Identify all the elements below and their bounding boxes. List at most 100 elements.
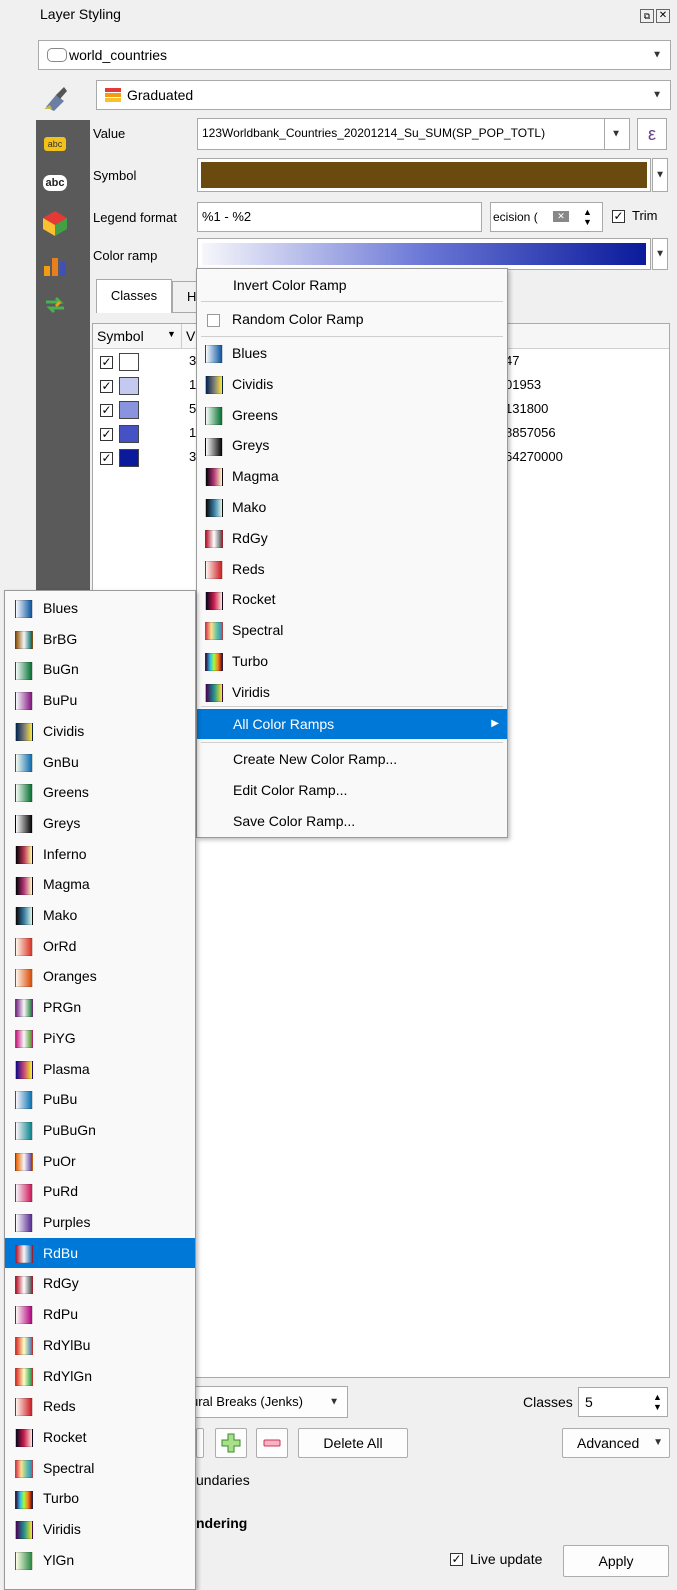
color-ramp-item-spectral[interactable]: Spectral [197,615,507,645]
advanced-button[interactable]: Advanced ▼ [562,1428,670,1458]
float-icon[interactable]: ⧉ [640,9,654,23]
classify-button[interactable] [196,1428,204,1458]
color-ramp-dropdown-button[interactable]: ▼ [652,238,668,270]
class-visibility-checkbox[interactable]: ✓ [100,356,113,369]
color-ramp-button[interactable] [197,238,651,270]
submenu-ramp-item-mako[interactable]: Mako [5,900,195,931]
class-symbol-swatch[interactable] [119,449,139,467]
symbol-button[interactable] [197,158,651,192]
color-ramp-item-greys[interactable]: Greys [197,430,507,460]
submenu-ramp-item-plasma[interactable]: Plasma [5,1054,195,1085]
submenu-ramp-item-bupu[interactable]: BuPu [5,685,195,716]
class-visibility-checkbox[interactable]: ✓ [100,452,113,465]
submenu-ramp-item-rdgy[interactable]: RdGy [5,1268,195,1299]
submenu-ramp-item-pubu[interactable]: PuBu [5,1084,195,1115]
submenu-ramp-item-cividis[interactable]: Cividis [5,716,195,747]
value-column-header[interactable]: V [186,328,195,344]
save-color-ramp-item[interactable]: Save Color Ramp... [197,806,507,836]
submenu-ramp-item-greens[interactable]: Greens [5,777,195,808]
value-expression-field[interactable]: 123Worldbank_Countries_20201214_Su_SUM(S… [197,118,605,150]
submenu-ramp-item-viridis[interactable]: Viridis [5,1514,195,1545]
submenu-ramp-item-gnbu[interactable]: GnBu [5,747,195,778]
submenu-ramp-item-rdylgn[interactable]: RdYlGn [5,1361,195,1392]
submenu-ramp-item-bugn[interactable]: BuGn [5,654,195,685]
class-visibility-checkbox[interactable]: ✓ [100,428,113,441]
class-symbol-swatch[interactable] [119,401,139,419]
submenu-ramp-item-orrd[interactable]: OrRd [5,931,195,962]
class-symbol-swatch[interactable] [119,425,139,443]
create-color-ramp-item[interactable]: Create New Color Ramp... [197,744,507,774]
submenu-ramp-item-ylgn[interactable]: YlGn [5,1545,195,1576]
live-update-checkbox[interactable]: ✓ [450,1553,463,1566]
clear-icon[interactable]: ✕ [553,211,569,222]
value-dropdown-button[interactable]: ▼ [604,118,630,150]
submenu-ramp-item-reds[interactable]: Reds [5,1391,195,1422]
color-ramp-item-rocket[interactable]: Rocket [197,584,507,614]
remove-class-button[interactable] [256,1428,288,1458]
submenu-ramp-item-blues[interactable]: Blues [5,593,195,624]
submenu-ramp-item-rdpu[interactable]: RdPu [5,1299,195,1330]
color-ramp-item-rdgy[interactable]: RdGy [197,523,507,553]
random-color-ramp-item[interactable]: Random Color Ramp [197,304,507,334]
3d-view-icon[interactable] [40,208,70,238]
history-icon[interactable] [40,290,70,320]
paintbrush-icon[interactable] [40,83,70,113]
labels-icon[interactable]: abc [40,130,70,160]
submenu-ramp-item-greys[interactable]: Greys [5,808,195,839]
submenu-ramp-item-turbo[interactable]: Turbo [5,1483,195,1514]
submenu-ramp-item-rocket[interactable]: Rocket [5,1422,195,1453]
submenu-ramp-item-purd[interactable]: PuRd [5,1176,195,1207]
class-symbol-swatch[interactable] [119,377,139,395]
symbol-column-header[interactable]: Symbol [97,328,144,344]
tab-classes[interactable]: Classes [96,279,172,313]
symbol-label: Symbol [93,168,137,183]
color-ramp-item-viridis[interactable]: Viridis [197,677,507,707]
submenu-ramp-item-magma[interactable]: Magma [5,869,195,900]
expression-epsilon-button[interactable]: ε [637,118,667,150]
class-symbol-swatch[interactable] [119,353,139,371]
masks-icon[interactable]: abc [40,168,70,198]
layer-combo[interactable]: world_countries ▼ [38,40,671,70]
color-ramp-item-blues[interactable]: Blues [197,338,507,368]
color-ramp-item-magma[interactable]: Magma [197,461,507,491]
submenu-ramp-item-oranges[interactable]: Oranges [5,961,195,992]
submenu-ramp-item-rdbu[interactable]: RdBu [5,1237,195,1269]
apply-button[interactable]: Apply [563,1545,669,1577]
symbol-dropdown-button[interactable]: ▼ [652,158,668,192]
class-visibility-checkbox[interactable]: ✓ [100,404,113,417]
submenu-ramp-item-rdylbu[interactable]: RdYlBu [5,1330,195,1361]
class-visibility-checkbox[interactable]: ✓ [100,380,113,393]
color-ramp-item-turbo[interactable]: Turbo [197,646,507,676]
all-color-ramps-item[interactable]: All Color Ramps ▶ [197,709,507,739]
renderer-combo[interactable]: Graduated ▼ [96,80,671,110]
submenu-ramp-item-pubugn[interactable]: PuBuGn [5,1115,195,1146]
trim-checkbox[interactable]: ✓ [612,210,625,223]
class-legend-cell[interactable]: 64270000 [505,449,563,464]
close-icon[interactable]: ✕ [656,9,670,23]
submenu-ramp-item-purples[interactable]: Purples [5,1207,195,1238]
submenu-ramp-item-piyg[interactable]: PiYG [5,1023,195,1054]
spin-arrows-icon[interactable]: ▲ ▼ [653,1392,662,1412]
mode-combo[interactable]: ural Breaks (Jenks) ▼ [188,1386,348,1418]
legend-format-input[interactable]: %1 - %2 [197,202,482,232]
submenu-ramp-item-puor[interactable]: PuOr [5,1146,195,1177]
color-ramp-item-cividis[interactable]: Cividis [197,369,507,399]
precision-spinbox[interactable]: ecision ( ✕ ▲ ▼ [490,202,603,232]
spin-arrows-icon[interactable]: ▲ ▼ [583,207,592,227]
diagrams-icon[interactable] [40,250,70,280]
color-ramp-item-mako[interactable]: Mako [197,492,507,522]
classes-spinbox[interactable]: 5 ▲ ▼ [578,1387,668,1417]
submenu-ramp-item-inferno[interactable]: Inferno [5,839,195,870]
class-legend-cell[interactable]: 8857056 [505,425,556,440]
class-legend-cell[interactable]: 01953 [505,377,541,392]
submenu-ramp-item-prgn[interactable]: PRGn [5,992,195,1023]
edit-color-ramp-item[interactable]: Edit Color Ramp... [197,775,507,805]
submenu-ramp-item-spectral[interactable]: Spectral [5,1453,195,1484]
color-ramp-item-reds[interactable]: Reds [197,554,507,584]
add-class-button[interactable] [215,1428,247,1458]
delete-all-button[interactable]: Delete All [298,1428,408,1458]
color-ramp-item-greens[interactable]: Greens [197,400,507,430]
submenu-ramp-item-brbg[interactable]: BrBG [5,624,195,655]
invert-color-ramp-item[interactable]: Invert Color Ramp [197,270,507,300]
class-legend-cell[interactable]: 131800 [505,401,548,416]
